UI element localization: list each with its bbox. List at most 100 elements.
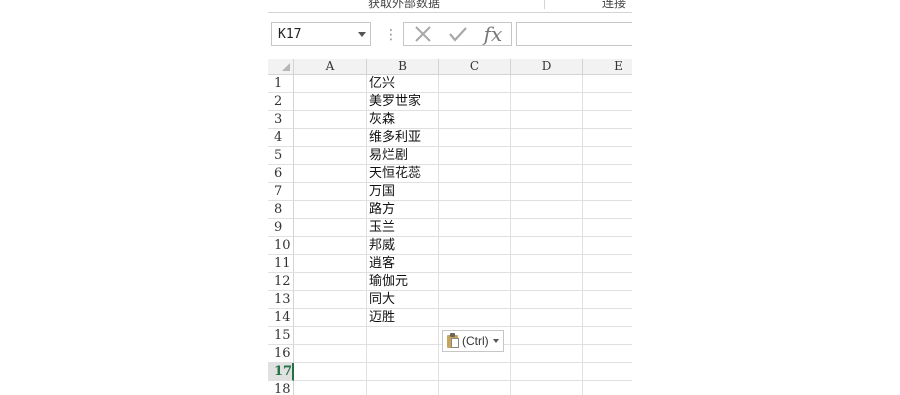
row-header[interactable]: 14: [268, 309, 294, 327]
cell-e-17[interactable]: [583, 363, 632, 381]
cell-d-13[interactable]: [511, 291, 583, 309]
cell-d-2[interactable]: [511, 93, 583, 111]
row-header[interactable]: 2: [268, 93, 294, 111]
select-all-corner[interactable]: [268, 59, 294, 75]
cell-b-1[interactable]: 亿兴: [367, 75, 439, 93]
row-header[interactable]: 12: [268, 273, 294, 291]
cell-d-18[interactable]: [511, 381, 583, 395]
vertical-dots-icon[interactable]: ⋮: [384, 26, 398, 43]
cell-a-16[interactable]: [294, 345, 367, 363]
row-header[interactable]: 13: [268, 291, 294, 309]
cell-a-7[interactable]: [294, 183, 367, 201]
cell-c-4[interactable]: [439, 129, 511, 147]
cell-c-6[interactable]: [439, 165, 511, 183]
cell-a-15[interactable]: [294, 327, 367, 345]
row-header[interactable]: 1: [268, 75, 294, 93]
row-header[interactable]: 6: [268, 165, 294, 183]
cell-a-6[interactable]: [294, 165, 367, 183]
cancel-x-icon[interactable]: [406, 23, 440, 45]
cell-b-13[interactable]: 同大: [367, 291, 439, 309]
cell-c-11[interactable]: [439, 255, 511, 273]
cell-d-3[interactable]: [511, 111, 583, 129]
cell-d-8[interactable]: [511, 201, 583, 219]
cell-c-13[interactable]: [439, 291, 511, 309]
cell-c-9[interactable]: [439, 219, 511, 237]
cell-e-16[interactable]: [583, 345, 632, 363]
row-header[interactable]: 11: [268, 255, 294, 273]
cell-e-1[interactable]: [583, 75, 632, 93]
cell-a-14[interactable]: [294, 309, 367, 327]
cell-e-4[interactable]: [583, 129, 632, 147]
cell-b-3[interactable]: 灰森: [367, 111, 439, 129]
row-header[interactable]: 17: [268, 363, 294, 381]
cell-d-7[interactable]: [511, 183, 583, 201]
paste-options-button[interactable]: (Ctrl): [442, 330, 504, 352]
cell-d-11[interactable]: [511, 255, 583, 273]
cell-d-10[interactable]: [511, 237, 583, 255]
chevron-down-icon[interactable]: [358, 32, 366, 37]
cell-c-18[interactable]: [439, 381, 511, 395]
cell-a-10[interactable]: [294, 237, 367, 255]
cell-b-7[interactable]: 万国: [367, 183, 439, 201]
row-header[interactable]: 9: [268, 219, 294, 237]
cell-d-5[interactable]: [511, 147, 583, 165]
cell-a-17[interactable]: [294, 363, 367, 381]
cell-b-8[interactable]: 路方: [367, 201, 439, 219]
cell-e-5[interactable]: [583, 147, 632, 165]
cell-d-9[interactable]: [511, 219, 583, 237]
cell-a-11[interactable]: [294, 255, 367, 273]
formula-bar-input[interactable]: [516, 22, 632, 46]
cell-a-5[interactable]: [294, 147, 367, 165]
row-header[interactable]: 16: [268, 345, 294, 363]
cell-a-18[interactable]: [294, 381, 367, 395]
column-header-a[interactable]: A: [294, 59, 367, 75]
cell-c-17[interactable]: [439, 363, 511, 381]
cell-e-7[interactable]: [583, 183, 632, 201]
cell-c-14[interactable]: [439, 309, 511, 327]
row-header[interactable]: 8: [268, 201, 294, 219]
cell-b-12[interactable]: 瑜伽元: [367, 273, 439, 291]
cell-d-1[interactable]: [511, 75, 583, 93]
cell-c-10[interactable]: [439, 237, 511, 255]
cell-e-13[interactable]: [583, 291, 632, 309]
cell-b-2[interactable]: 美罗世家: [367, 93, 439, 111]
cell-e-9[interactable]: [583, 219, 632, 237]
cell-c-8[interactable]: [439, 201, 511, 219]
cell-a-4[interactable]: [294, 129, 367, 147]
row-header[interactable]: 10: [268, 237, 294, 255]
cell-c-7[interactable]: [439, 183, 511, 201]
cell-e-11[interactable]: [583, 255, 632, 273]
cell-a-8[interactable]: [294, 201, 367, 219]
row-header[interactable]: 4: [268, 129, 294, 147]
cell-b-6[interactable]: 天恒花蕊: [367, 165, 439, 183]
cell-a-3[interactable]: [294, 111, 367, 129]
cell-d-14[interactable]: [511, 309, 583, 327]
row-header[interactable]: 15: [268, 327, 294, 345]
cell-a-1[interactable]: [294, 75, 367, 93]
cell-e-3[interactable]: [583, 111, 632, 129]
row-header[interactable]: 5: [268, 147, 294, 165]
cell-b-14[interactable]: 迈胜: [367, 309, 439, 327]
cell-b-15[interactable]: [367, 327, 439, 345]
cell-d-15[interactable]: [511, 327, 583, 345]
cell-d-6[interactable]: [511, 165, 583, 183]
cell-c-3[interactable]: [439, 111, 511, 129]
cell-d-12[interactable]: [511, 273, 583, 291]
check-icon[interactable]: [441, 23, 475, 45]
cell-a-13[interactable]: [294, 291, 367, 309]
row-header[interactable]: 7: [268, 183, 294, 201]
column-header-d[interactable]: D: [511, 59, 583, 75]
column-header-b[interactable]: B: [367, 59, 439, 75]
cell-e-8[interactable]: [583, 201, 632, 219]
cell-e-6[interactable]: [583, 165, 632, 183]
cell-e-14[interactable]: [583, 309, 632, 327]
cell-e-12[interactable]: [583, 273, 632, 291]
cell-c-5[interactable]: [439, 147, 511, 165]
cell-a-2[interactable]: [294, 93, 367, 111]
cell-b-5[interactable]: 易烂剧: [367, 147, 439, 165]
cell-b-9[interactable]: 玉兰: [367, 219, 439, 237]
cell-b-17[interactable]: [367, 363, 439, 381]
name-box[interactable]: K17: [271, 22, 371, 46]
cell-c-2[interactable]: [439, 93, 511, 111]
cell-d-17[interactable]: [511, 363, 583, 381]
